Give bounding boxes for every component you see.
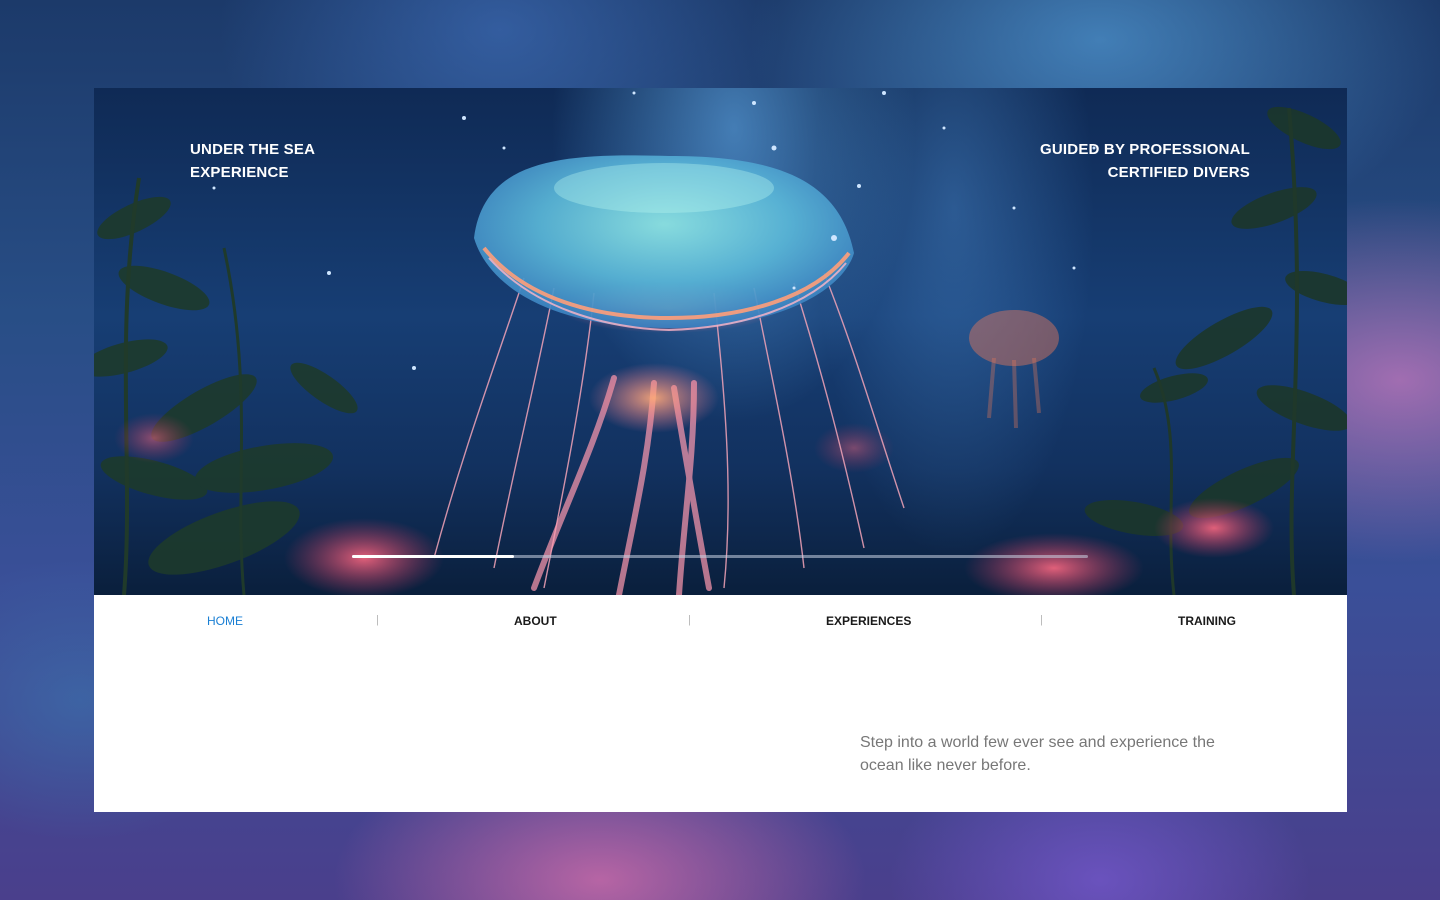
nav-item-about[interactable]: ABOUT (514, 614, 557, 628)
page-card: UNDER THE SEA EXPERIENCE GUIDED BY PROFE… (94, 88, 1347, 812)
nav-separator: | (1040, 614, 1043, 626)
hero-right-heading-line-2: CERTIFIED DIVERS (1107, 164, 1250, 181)
hero-right-heading-line-1: GUIDED BY PROFESSIONAL (1040, 141, 1250, 158)
hero-left-heading-line-2: EXPERIENCE (190, 164, 289, 181)
hero-left-heading: UNDER THE SEA EXPERIENCE (190, 138, 315, 184)
slide-progress-track[interactable] (352, 555, 1088, 558)
hero-left-heading-line-1: UNDER THE SEA (190, 141, 316, 158)
nav-separator: | (376, 614, 379, 626)
hero-right-heading: GUIDED BY PROFESSIONAL CERTIFIED DIVERS (1040, 138, 1250, 184)
main-nav: HOME | ABOUT | EXPERIENCES | TRAINING (94, 595, 1347, 645)
intro-tagline: Step into a world few ever see and exper… (860, 734, 1215, 774)
nav-item-experiences[interactable]: EXPERIENCES (826, 614, 911, 628)
nav-separator: | (688, 614, 691, 626)
nav-item-training[interactable]: TRAINING (1178, 614, 1236, 628)
hero-banner: UNDER THE SEA EXPERIENCE GUIDED BY PROFE… (94, 88, 1347, 595)
slide-progress-fill (352, 555, 514, 558)
nav-item-home[interactable]: HOME (207, 614, 243, 628)
